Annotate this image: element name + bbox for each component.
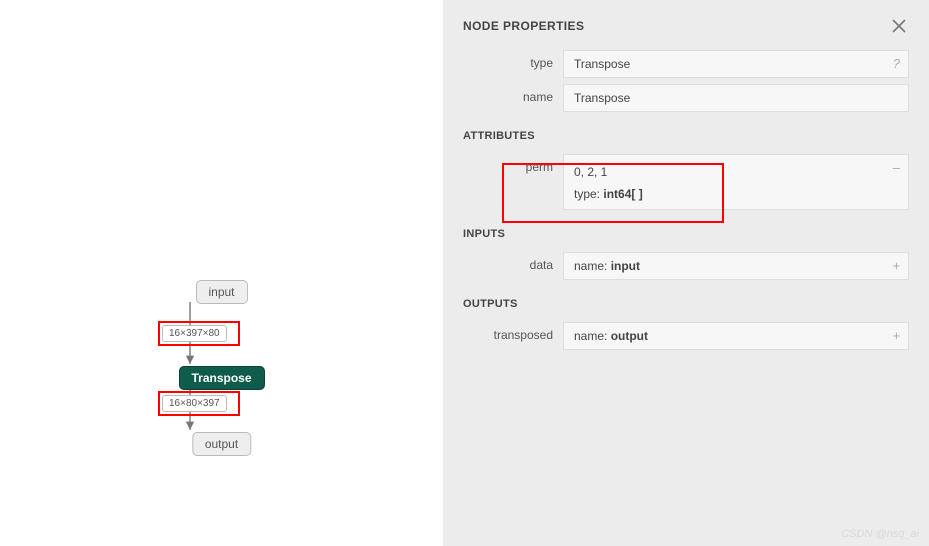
property-value-type[interactable]: Transpose ?: [563, 50, 909, 78]
graph-node-transpose-label: Transpose: [191, 371, 251, 385]
tensor-shape-in-text: 16×397×80: [169, 328, 220, 339]
input-value-data[interactable]: name: input +: [563, 252, 909, 280]
tensor-shape-out-text: 16×80×397: [169, 398, 220, 409]
watermark: CSDN @nsq_ai: [841, 528, 919, 540]
attribute-perm-type: int64[ ]: [603, 187, 642, 201]
input-label-data: data: [463, 252, 563, 280]
section-header-outputs: OUTPUTS: [463, 298, 909, 310]
tensor-shape-in: 16×397×80: [162, 325, 227, 342]
property-value-type-text: Transpose: [574, 57, 630, 71]
input-data-name: input: [611, 259, 640, 273]
graph-node-output-label: output: [205, 437, 238, 451]
property-row-type: type Transpose ?: [463, 50, 909, 78]
output-transposed-prefix: name:: [574, 329, 611, 343]
panel-title: NODE PROPERTIES: [463, 19, 584, 33]
output-label-transposed: transposed: [463, 322, 563, 350]
tensor-shape-out: 16×80×397: [162, 395, 227, 412]
output-row-transposed: transposed name: output +: [463, 322, 909, 350]
section-header-attributes: ATTRIBUTES: [463, 130, 909, 142]
section-header-inputs: INPUTS: [463, 228, 909, 240]
property-row-name: name Transpose: [463, 84, 909, 112]
attribute-row-perm: perm 0, 2, 1 type: int64[ ] –: [463, 154, 909, 210]
attribute-value-perm[interactable]: 0, 2, 1 type: int64[ ] –: [563, 154, 909, 210]
input-expand-icon[interactable]: +: [892, 258, 900, 273]
output-expand-icon[interactable]: +: [892, 328, 900, 343]
properties-panel: NODE PROPERTIES type Transpose ? name Tr…: [443, 0, 929, 546]
output-transposed-name: output: [611, 329, 648, 343]
attribute-perm-values: 0, 2, 1: [574, 161, 898, 183]
input-data-prefix: name:: [574, 259, 611, 273]
graph-node-input[interactable]: input: [195, 280, 247, 304]
close-icon: [892, 19, 906, 33]
graph-node-input-label: input: [208, 285, 234, 299]
property-label-type: type: [463, 50, 563, 78]
graph-edges: [0, 0, 443, 546]
graph-node-output[interactable]: output: [192, 432, 251, 456]
attribute-label-perm: perm: [463, 154, 563, 210]
attribute-collapse-icon[interactable]: –: [893, 160, 900, 175]
input-row-data: data name: input +: [463, 252, 909, 280]
type-help-icon[interactable]: ?: [893, 56, 900, 71]
attribute-perm-type-prefix: type:: [574, 187, 603, 201]
close-button[interactable]: [889, 16, 909, 36]
graph-node-transpose[interactable]: Transpose: [178, 366, 264, 390]
property-label-name: name: [463, 84, 563, 112]
property-value-name[interactable]: Transpose: [563, 84, 909, 112]
graph-canvas: input 16×397×80 Transpose 16×80×397 outp…: [0, 0, 443, 546]
property-value-name-text: Transpose: [574, 91, 630, 105]
output-value-transposed[interactable]: name: output +: [563, 322, 909, 350]
